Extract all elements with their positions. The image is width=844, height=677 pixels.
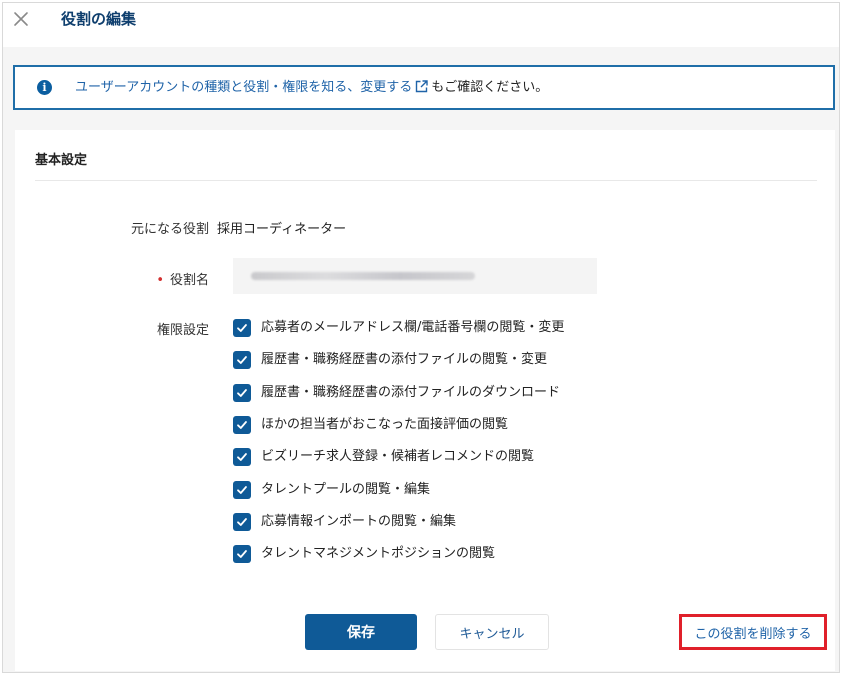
info-icon: i — [37, 80, 52, 95]
info-text: ユーザーアカウントの種類と役割・権限を知る、変更する もご確認ください。 — [75, 78, 548, 100]
role-name-label: • 役割名 — [9, 269, 209, 288]
permission-checkbox[interactable] — [233, 351, 251, 370]
role-help-link[interactable]: ユーザーアカウントの種類と役割・権限を知る、変更する — [75, 80, 412, 95]
permission-label: 応募者のメールアドレス欄/電話番号欄の閲覧・変更 — [261, 320, 565, 335]
permission-label: ビズリーチ求人登録・候補者レコメンドの閲覧 — [261, 449, 535, 465]
edit-role-dialog: 役割の編集 i ユーザーアカウントの種類と役割・権限を知る、変更する もご確認く… — [2, 2, 840, 673]
info-banner: i ユーザーアカウントの種類と役割・権限を知る、変更する もご確認ください。 — [13, 65, 835, 110]
base-role-label: 元になる役割 — [130, 222, 209, 237]
delete-role-button[interactable]: この役割を削除する — [679, 614, 827, 650]
external-link-icon[interactable] — [415, 80, 428, 100]
permission-checkbox[interactable] — [233, 480, 251, 499]
save-button[interactable]: 保存 — [305, 614, 417, 650]
permission-label: 履歴書・職務経歴書の添付ファイルの閲覧・変更 — [261, 352, 548, 368]
section-divider — [35, 180, 817, 181]
dialog-header: 役割の編集 — [3, 3, 839, 47]
permission-label: 応募情報インポートの閲覧・編集 — [261, 513, 457, 529]
check-icon — [237, 324, 247, 332]
section-title: 基本設定 — [35, 153, 88, 168]
close-icon[interactable] — [11, 9, 31, 29]
dialog-title: 役割の編集 — [61, 10, 137, 28]
redacted-role-name — [251, 272, 475, 280]
permission-checkbox[interactable] — [233, 319, 251, 337]
permission-checkbox[interactable] — [233, 448, 251, 467]
permission-checkbox[interactable] — [233, 545, 251, 564]
info-suffix: もご確認ください。 — [431, 80, 549, 95]
permission-label: ほかの担当者がおこなった面接評価の閲覧 — [261, 416, 509, 432]
permission-label: タレントプールの閲覧・編集 — [261, 481, 431, 497]
basic-settings-card: 基本設定 元になる役割 採用コーディネーター • 役割名 権限設定 応募者のメール… — [15, 130, 835, 671]
required-mark: • — [156, 273, 164, 288]
permission-checkbox[interactable] — [233, 512, 251, 531]
check-icon — [237, 420, 247, 429]
permission-label: 履歴書・職務経歴書の添付ファイルのダウンロード — [261, 384, 561, 400]
permissions-label: 権限設定 — [156, 323, 209, 338]
check-icon — [237, 517, 247, 526]
base-role-value: 採用コーディネーター — [217, 222, 347, 237]
check-icon — [237, 453, 247, 462]
permission-checkbox[interactable] — [233, 415, 251, 434]
check-icon — [237, 356, 247, 365]
permission-checkbox[interactable] — [233, 383, 251, 402]
cancel-button[interactable]: キャンセル — [435, 614, 549, 650]
permission-label: タレントマネジメントポジションの閲覧 — [261, 546, 496, 562]
check-icon — [237, 550, 247, 558]
check-icon — [237, 388, 247, 397]
check-icon — [237, 485, 247, 494]
role-name-label-text: 役割名 — [169, 273, 209, 288]
